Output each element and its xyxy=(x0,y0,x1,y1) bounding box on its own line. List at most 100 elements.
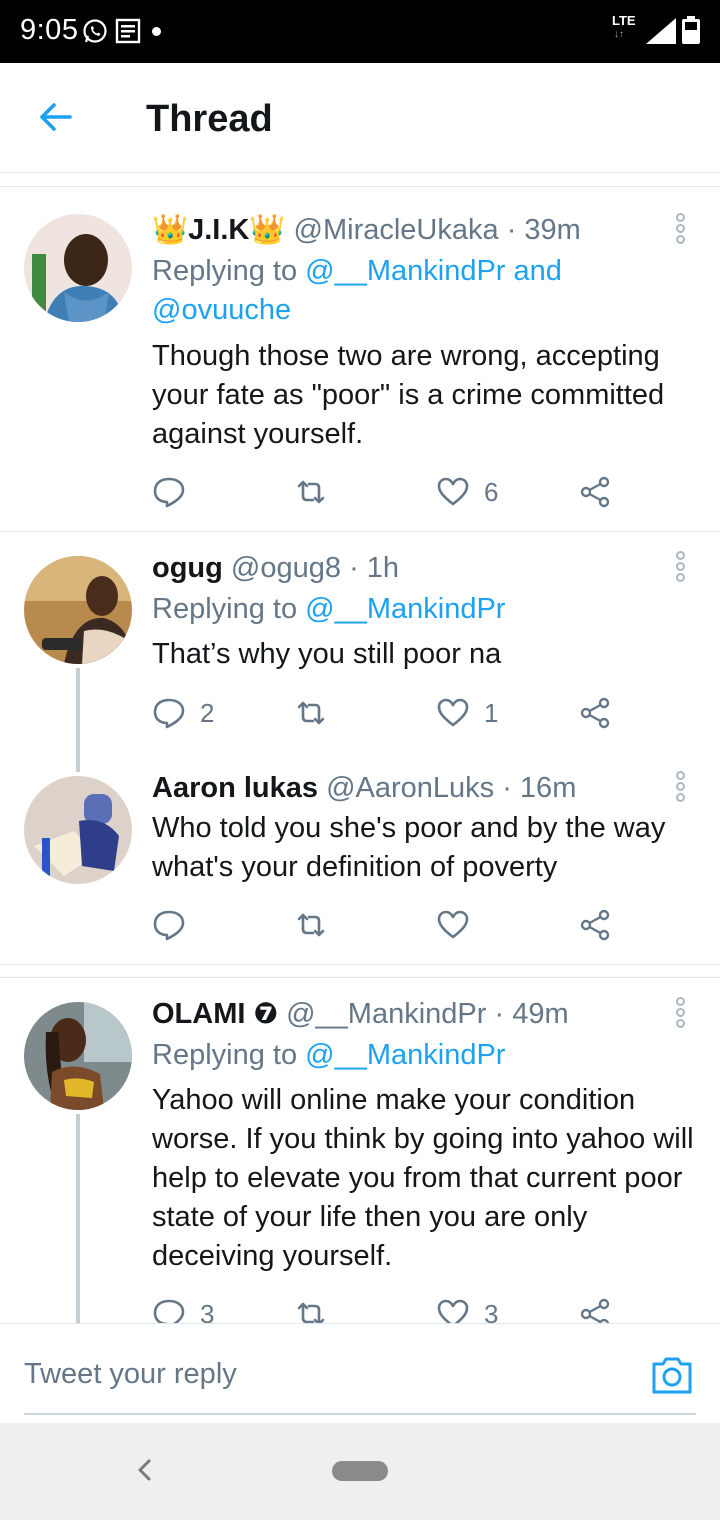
retweet-icon xyxy=(297,1302,325,1323)
avatar-photo xyxy=(24,214,132,322)
like-count: 6 xyxy=(484,476,499,507)
more-vertical-icon[interactable] xyxy=(672,551,688,585)
reply-composer: Tweet your reply xyxy=(0,1323,720,1423)
display-name[interactable]: OLAMI ❼ xyxy=(152,998,278,1030)
tweet-header: OLAMI ❼ @__MankindPr · 49m xyxy=(152,997,569,1031)
speech-bubble-icon xyxy=(153,477,185,508)
data-arrows-icon: ↓↑ xyxy=(614,29,624,40)
share-icon xyxy=(580,697,610,729)
share-button[interactable] xyxy=(578,905,612,945)
like-button[interactable] xyxy=(436,905,484,945)
share-icon xyxy=(580,909,610,941)
heart-icon xyxy=(437,477,469,506)
retweet-button[interactable] xyxy=(294,905,342,945)
user-handle[interactable]: @__MankindPr xyxy=(286,998,486,1030)
home-pill[interactable] xyxy=(332,1461,388,1481)
tweet-actions: 6 xyxy=(152,472,622,512)
share-icon xyxy=(580,476,610,508)
divider xyxy=(0,964,720,965)
retweet-button[interactable] xyxy=(294,1294,342,1323)
retweet-button[interactable] xyxy=(294,693,342,733)
share-icon xyxy=(580,1298,610,1323)
reply-button[interactable]: 3 xyxy=(152,1294,214,1323)
mention-link[interactable]: @ovuuche xyxy=(152,294,291,326)
retweet-icon xyxy=(297,701,325,725)
share-button[interactable] xyxy=(578,1294,612,1323)
share-button[interactable] xyxy=(578,693,612,733)
user-handle[interactable]: @ogug8 xyxy=(231,552,341,584)
status-time: 9:05 xyxy=(20,14,79,46)
tweet-text: That’s why you still poor na xyxy=(152,638,502,670)
avatar[interactable] xyxy=(24,1002,132,1110)
speech-bubble-icon xyxy=(153,1299,185,1323)
like-button[interactable]: 6 xyxy=(436,472,498,512)
avatar-photo xyxy=(24,776,132,884)
page-title: Thread xyxy=(146,98,273,140)
tweet-header: Aaron lukas @AaronLuks · 16m xyxy=(152,771,576,805)
chevron-left-icon[interactable] xyxy=(132,1455,156,1485)
replying-to-label: Replying to xyxy=(152,1039,306,1071)
tweet[interactable]: 👑J.I.K👑 @MiracleUkaka · 39m Replying to … xyxy=(0,188,720,531)
tweet-time: · 16m xyxy=(502,772,577,804)
avatar[interactable] xyxy=(24,556,132,664)
replying-to: Replying to @__MankindPr xyxy=(152,1036,692,1075)
signal-icon xyxy=(646,18,676,44)
more-vertical-icon[interactable] xyxy=(672,997,688,1031)
reply-button[interactable] xyxy=(152,472,200,512)
avatar[interactable] xyxy=(24,214,132,322)
like-button[interactable]: 3 xyxy=(436,1294,498,1323)
tweet-actions xyxy=(152,905,622,945)
tweet-time: · 39m xyxy=(506,214,581,246)
reply-count: 3 xyxy=(200,1298,215,1324)
app-header: Thread xyxy=(0,63,720,173)
share-button[interactable] xyxy=(578,472,612,512)
replying-to-label: Replying to xyxy=(152,593,306,625)
retweet-button[interactable] xyxy=(294,472,342,512)
avatar[interactable] xyxy=(24,776,132,884)
more-vertical-icon[interactable] xyxy=(672,213,688,247)
user-handle[interactable]: @MiracleUkaka xyxy=(294,214,499,246)
reply-button[interactable] xyxy=(152,905,200,945)
reply-count: 2 xyxy=(200,697,215,728)
avatar-photo xyxy=(24,556,132,664)
tweet-text: Who told you she's poor and by the way w… xyxy=(152,812,666,883)
replying-to: Replying to @__MankindPr xyxy=(152,590,692,629)
status-bar: 9:05 LTE ↓↑ xyxy=(0,0,720,63)
retweet-icon xyxy=(297,480,325,504)
display-name[interactable]: ogug xyxy=(152,552,223,584)
tweet[interactable]: ogug @ogug8 · 1h Replying to @__MankindP… xyxy=(0,532,720,756)
heart-icon xyxy=(437,698,469,727)
reply-input[interactable]: Tweet your reply xyxy=(24,1358,237,1391)
tweet-time: · 1h xyxy=(349,552,400,584)
display-name[interactable]: 👑J.I.K👑 xyxy=(152,214,285,246)
tweet-header: 👑J.I.K👑 @MiracleUkaka · 39m xyxy=(152,213,581,247)
heart-icon xyxy=(437,910,469,939)
tweet-header: ogug @ogug8 · 1h xyxy=(152,551,399,585)
user-handle[interactable]: @AaronLuks xyxy=(326,772,494,804)
replying-to: Replying to @__MankindPr and @ovuuche xyxy=(152,252,692,330)
mention-link[interactable]: @__MankindPr xyxy=(305,593,505,625)
mention-link[interactable]: @__MankindPr xyxy=(305,1039,505,1071)
display-name[interactable]: Aaron lukas xyxy=(152,772,318,804)
arrow-left-icon[interactable] xyxy=(36,97,76,137)
network-label: LTE xyxy=(612,13,636,28)
divider xyxy=(0,186,720,187)
reply-button[interactable]: 2 xyxy=(152,693,214,733)
camera-icon[interactable] xyxy=(650,1354,694,1396)
mention-link[interactable]: @__MankindPr xyxy=(305,255,505,287)
tweet[interactable]: OLAMI ❼ @__MankindPr · 49m Replying to @… xyxy=(0,978,720,1323)
speech-bubble-icon xyxy=(153,698,185,729)
speech-bubble-icon xyxy=(153,910,185,941)
like-count: 3 xyxy=(484,1298,499,1324)
more-vertical-icon[interactable] xyxy=(672,771,688,805)
tweet-actions: 3 3 xyxy=(152,1294,622,1323)
notification-dot xyxy=(152,27,161,36)
mention-and: and xyxy=(505,255,562,287)
tweet[interactable]: Aaron lukas @AaronLuks · 16m Who told yo… xyxy=(0,756,720,964)
tweet-actions: 2 1 xyxy=(152,693,622,733)
news-icon xyxy=(115,18,141,44)
tweet-time: · 49m xyxy=(494,998,569,1030)
retweet-icon xyxy=(297,913,325,937)
avatar-photo xyxy=(24,1002,132,1110)
like-button[interactable]: 1 xyxy=(436,693,498,733)
